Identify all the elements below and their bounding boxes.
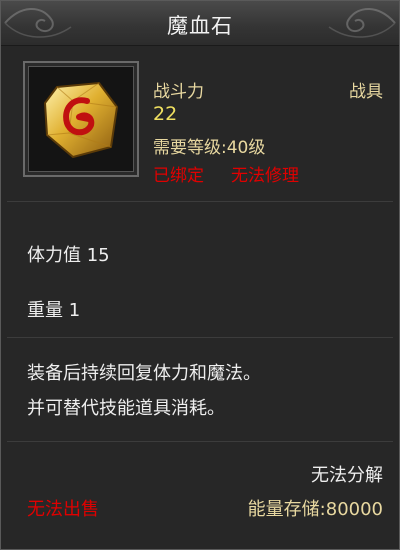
divider (7, 441, 393, 442)
item-tooltip: 魔血石 战斗力 战具 22 需要等级:40级 已绑定 无法修理 体力值 15 重… (0, 0, 400, 550)
repair-status: 无法修理 (231, 166, 299, 186)
weight-attribute: 重量 1 (27, 300, 81, 321)
title-bar: 魔血石 (1, 1, 399, 46)
divider (7, 201, 393, 202)
divider (7, 337, 393, 338)
decompose-status: 无法分解 (311, 465, 383, 486)
item-category: 战具 (349, 82, 383, 102)
stamina-attribute: 体力值 15 (27, 245, 110, 266)
bound-status: 已绑定 (153, 166, 204, 186)
energy-storage: 能量存储:80000 (247, 499, 383, 520)
combat-power-value: 22 (153, 103, 178, 125)
item-title: 魔血石 (167, 14, 233, 38)
rune-stone-icon (43, 81, 119, 159)
item-icon-slot (23, 61, 139, 177)
level-requirement: 需要等级:40级 (153, 138, 266, 158)
description-line-1: 装备后持续回复体力和魔法。 (27, 363, 261, 384)
combat-power-label: 战斗力 (153, 82, 204, 102)
description-line-2: 并可替代技能道具消耗。 (27, 398, 225, 419)
sell-status: 无法出售 (27, 499, 99, 520)
